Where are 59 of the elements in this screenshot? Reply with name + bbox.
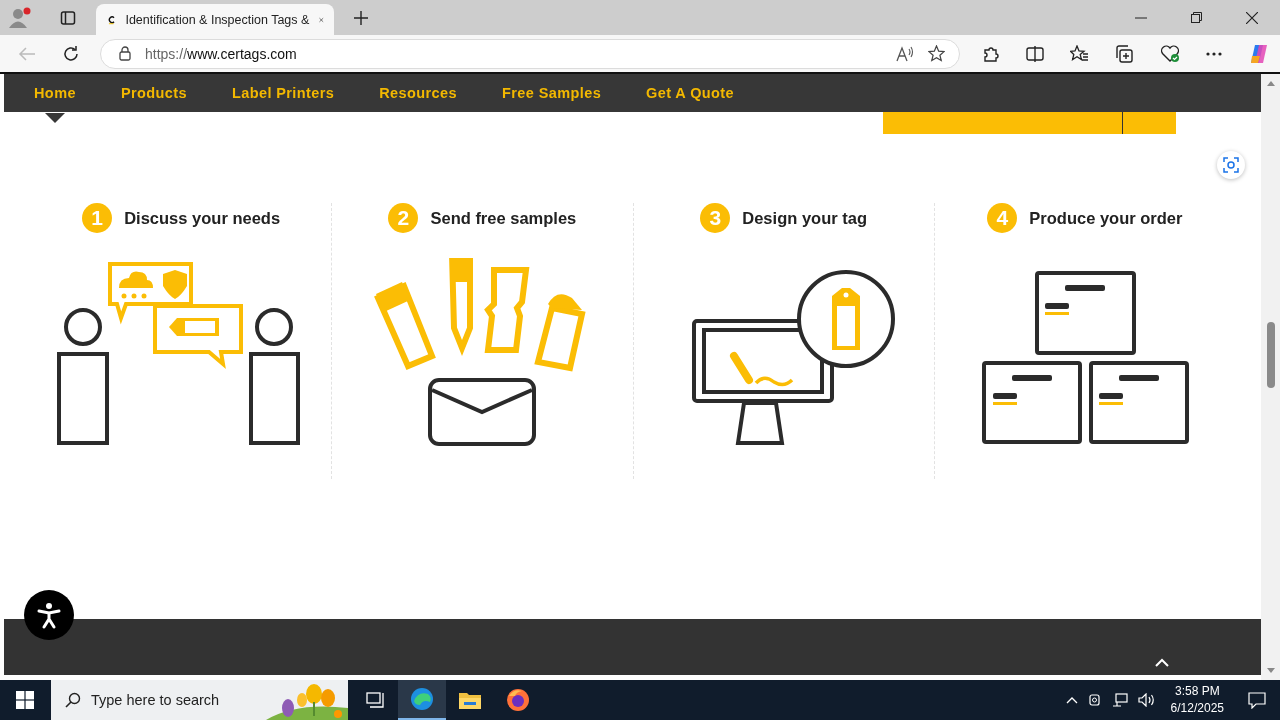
step-title: Send free samples (430, 208, 577, 228)
step-title: Design your tag (742, 208, 867, 228)
step-title: Discuss your needs (124, 208, 281, 228)
scroll-down-arrow-icon[interactable] (1266, 668, 1275, 674)
volume-icon[interactable] (1137, 693, 1156, 707)
nav-link[interactable]: Resources (379, 85, 457, 101)
heart-pulse-icon[interactable] (1160, 44, 1180, 63)
nav-link[interactable]: Free Samples (502, 85, 602, 101)
clock-date: 6/12/2025 (1170, 700, 1224, 717)
collections-icon[interactable] (1115, 44, 1134, 63)
network-icon[interactable] (1111, 693, 1128, 707)
step-number: 1 (82, 203, 113, 233)
accessibility-button[interactable] (24, 590, 74, 640)
lock-icon (119, 46, 131, 61)
scrollbar[interactable] (1261, 74, 1280, 680)
edge-taskbar-button[interactable] (398, 680, 446, 720)
read-aloud-icon[interactable] (896, 45, 914, 62)
puzzle-icon[interactable] (982, 44, 1000, 63)
nav-link[interactable]: Get A Quote (646, 85, 735, 101)
browser-tab[interactable]: Identification & Inspection Tags & (96, 4, 334, 35)
restore-icon[interactable] (1191, 12, 1202, 23)
search-icon (65, 692, 81, 708)
windows-start-icon[interactable] (16, 691, 34, 709)
step-title: Produce your order (1029, 208, 1183, 228)
clock-time: 3:58 PM (1174, 683, 1220, 700)
reload-icon[interactable] (62, 44, 80, 63)
tab-title: Identification & Inspection Tags & (125, 12, 310, 27)
firefox-icon (506, 688, 530, 712)
notifications-icon[interactable] (1248, 691, 1266, 709)
nav-link[interactable]: Label Printers (231, 85, 335, 101)
split-screen-icon[interactable] (1026, 45, 1044, 62)
scroll-up-arrow-icon[interactable] (1266, 80, 1275, 86)
step-number: 3 (700, 203, 731, 233)
scroll-top-icon[interactable] (1155, 658, 1169, 667)
taskbar-clock[interactable]: 3:58 PM 6/12/2025 (1170, 683, 1224, 717)
favorites-icon[interactable] (1070, 45, 1089, 62)
tab-actions-icon[interactable] (60, 9, 76, 26)
meet-icon[interactable] (1087, 692, 1102, 708)
new-tab-icon[interactable] (354, 10, 368, 25)
task-view-icon[interactable] (366, 692, 386, 708)
nav-link[interactable]: Products (120, 85, 187, 101)
step-number: 2 (388, 203, 419, 233)
nav-link[interactable]: Home (34, 85, 76, 101)
url-text: https://www.certags.com (145, 45, 297, 62)
copilot-icon[interactable] (1248, 42, 1270, 65)
more-icon[interactable] (1206, 51, 1222, 56)
address-field[interactable]: https://www.certags.com (100, 38, 960, 69)
scrollbar-thumb[interactable] (1266, 322, 1275, 388)
chevron-up-icon[interactable] (1065, 696, 1078, 704)
taskbar-search-field[interactable]: Type here to search (51, 680, 348, 720)
folder-icon (458, 690, 482, 710)
minimize-icon[interactable] (1135, 16, 1147, 19)
visual-search-button[interactable] (1217, 151, 1245, 179)
step-number: 4 (987, 203, 1018, 233)
edge-icon (410, 687, 434, 711)
visual-search-icon (1223, 157, 1239, 173)
close-icon[interactable] (1246, 11, 1258, 24)
star-icon[interactable] (928, 45, 945, 62)
search-placeholder: Type here to search (91, 692, 220, 708)
